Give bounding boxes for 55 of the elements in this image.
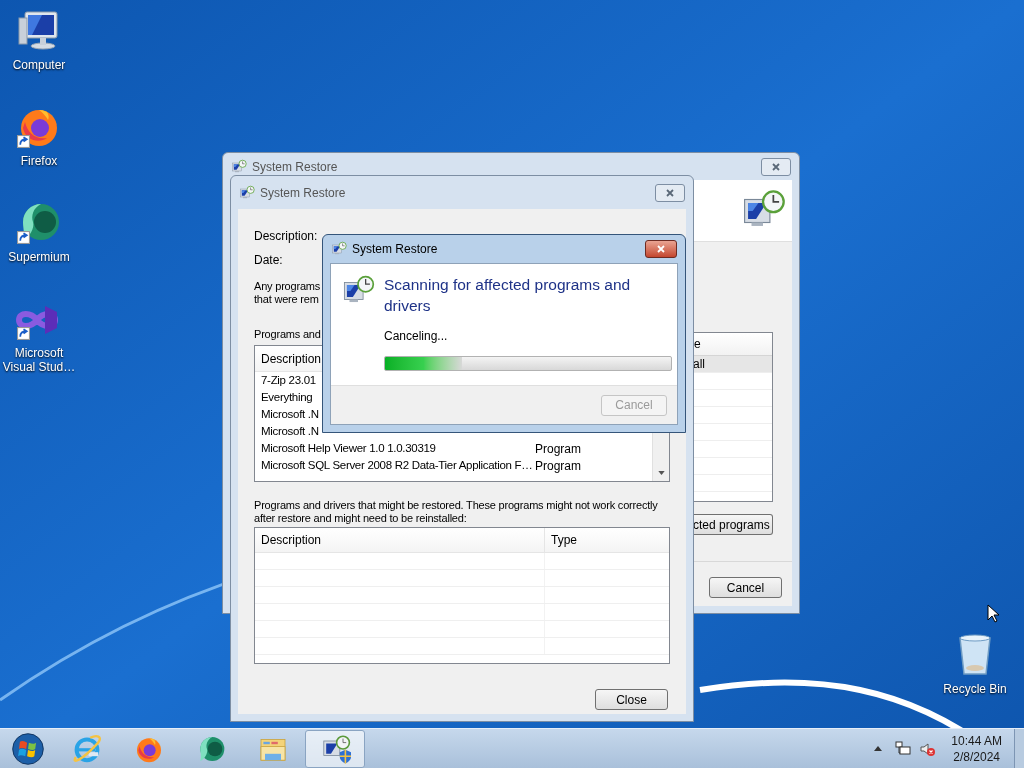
field-label: Date: [254,252,283,268]
dialog-heading: Scanning for affected programs and drivers [384,275,632,316]
browser-e-icon [71,732,103,765]
column-header: e [693,336,701,353]
volume-muted-icon[interactable] [919,740,936,757]
system-restore-icon [239,184,255,201]
show-hidden-icons-icon[interactable] [874,746,883,751]
desktop-icon-label[interactable]: Recycle Bin [943,682,1007,696]
desktop-icon-label[interactable]: Supermium [8,250,70,264]
list-row[interactable]: all [693,356,772,373]
table-cell-text: Program [534,440,581,458]
clock-time[interactable]: 10:44 AM [951,732,1002,749]
window-title: System Restore [252,158,339,176]
close-button[interactable] [655,183,685,202]
table-cell-text: Microsoft SQL Server 2008 R2 Data-Tier Application F… [260,457,531,473]
table-cell-text: Program [534,457,581,475]
cancel-button[interactable]: Cancel [709,577,782,598]
desktop-icon-label[interactable]: Firefox [20,154,58,168]
mouse-pointer-icon [987,604,999,623]
scroll-down-arrow-icon[interactable] [657,471,665,475]
system-restore-icon [331,241,347,257]
table-cell-text: Microsoft Help Viewer 1.0 1.0.30319 [260,440,437,456]
close-button[interactable]: Close [595,689,668,710]
close-button[interactable] [645,240,677,258]
close-icon [771,161,781,172]
show-desktop-button[interactable] [1014,728,1024,768]
table-cell-text: Microsoft .N [260,423,320,439]
clock-date[interactable]: 2/8/2024 [953,748,1000,765]
description-text: Programs and drivers that might be restored. These programs might not work correctly after restore and might need to be reinstalled: [254,499,659,525]
scan-button[interactable]: cted programs [693,514,773,535]
field-label: Description: [254,228,318,244]
note-text: Any programs [254,280,321,293]
section-label: Programs and [254,328,321,341]
table-cell-text: 7-Zip 23.01 [260,372,317,388]
desktop-icon-label[interactable]: Computer [12,58,66,72]
window-title: System Restore [352,241,439,258]
close-icon [665,187,675,198]
close-button[interactable] [761,157,791,176]
table-cell-text: Microsoft .N [260,406,320,422]
start-orb-icon [10,730,46,767]
shortcut-arrow-icon [17,135,30,148]
shortcut-arrow-icon [17,231,30,244]
note-text: that were rem [254,293,319,306]
system-restore-icon [231,158,247,175]
taskbar-button[interactable] [305,729,365,768]
desktop-icon-label[interactable]: Microsoft Visual Stud… [0,346,78,374]
window-title: System Restore [260,184,347,202]
column-header[interactable]: Description [261,349,322,368]
table-cell-text: Everything [260,389,314,405]
close-icon [656,244,666,254]
shortcut-arrow-icon [17,327,30,340]
network-icon[interactable] [895,740,912,757]
column-header[interactable]: Description [255,528,545,552]
column-header[interactable]: Type [545,528,669,552]
status-text: Canceling... [384,328,449,345]
